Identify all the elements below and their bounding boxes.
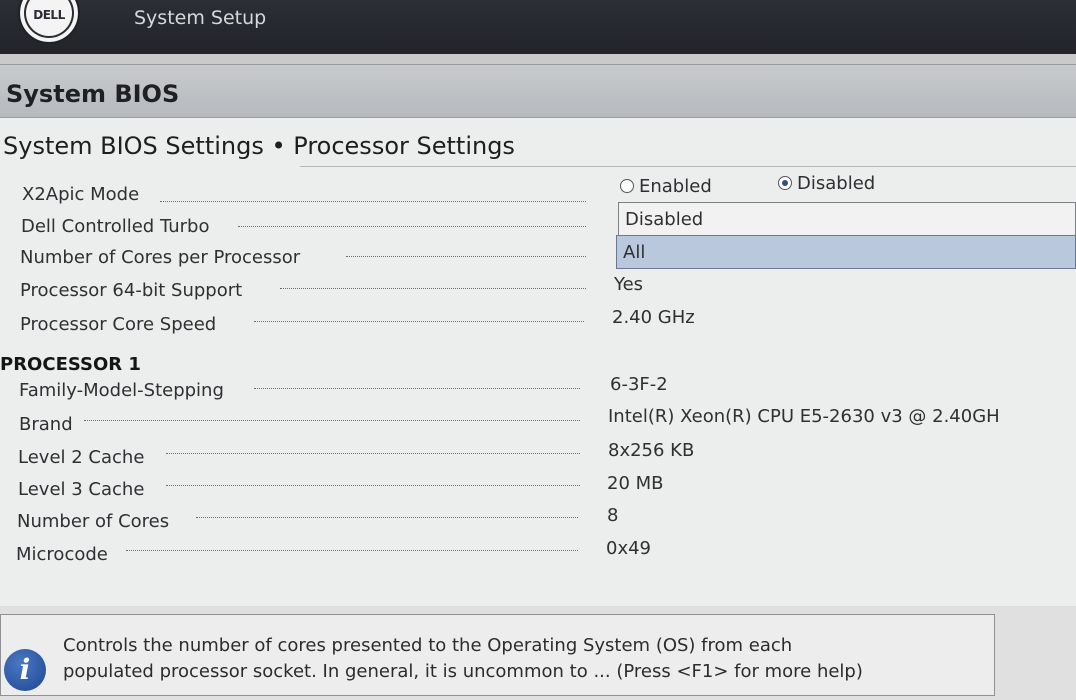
setting-label: Number of Cores per Processor xyxy=(20,247,307,268)
header-divider xyxy=(0,54,1076,65)
info-label: Family-Model-Stepping xyxy=(19,380,230,401)
settings-panel: System BIOS Settings • Processor Setting… xyxy=(0,118,1076,606)
help-text-line-1: Controls the number of cores presented t… xyxy=(63,635,793,656)
bios-header: System BIOS xyxy=(0,65,1076,118)
logo-text: DELL xyxy=(33,8,65,22)
dell-turbo-select[interactable]: Disabled xyxy=(618,202,1076,236)
dot-leader xyxy=(238,226,586,227)
info-row-level-3-cache: Level 3 Cache 20 MB xyxy=(0,473,1076,509)
radio-enabled[interactable]: Enabled xyxy=(620,176,712,197)
dot-leader xyxy=(196,517,578,518)
info-label: Microcode xyxy=(16,544,114,565)
info-label: Number of Cores xyxy=(17,511,176,532)
info-row-number-of-cores: Number of Cores 8 xyxy=(0,505,1076,541)
dot-leader xyxy=(254,321,584,322)
dot-leader xyxy=(160,201,586,202)
top-bar: DELL System Setup xyxy=(0,0,1076,54)
info-label: Level 2 Cache xyxy=(18,447,151,468)
cores-per-processor-select[interactable]: All xyxy=(616,235,1076,269)
radio-label: Disabled xyxy=(797,173,876,194)
page-title: System BIOS Settings • Processor Setting… xyxy=(3,132,515,160)
bios-title: System BIOS xyxy=(6,80,180,108)
info-value: Intel(R) Xeon(R) CPU E5-2630 v3 @ 2.40GH xyxy=(608,406,1000,427)
info-label: Level 3 Cache xyxy=(18,479,151,500)
dot-leader xyxy=(126,550,578,551)
setting-row-64bit: Processor 64-bit Support Yes xyxy=(0,274,1076,310)
info-value: 0x49 xyxy=(606,538,652,559)
info-label: Brand xyxy=(19,414,79,435)
info-value: 20 MB xyxy=(607,473,664,494)
info-row-microcode: Microcode 0x49 xyxy=(0,538,1076,574)
title-divider xyxy=(300,166,1076,167)
dell-logo: DELL xyxy=(18,0,80,44)
dot-leader xyxy=(166,453,580,454)
help-box: i Controls the number of cores presented… xyxy=(0,614,995,696)
radio-selected-icon xyxy=(778,176,792,190)
info-value: 6-3F-2 xyxy=(610,374,668,395)
setting-label: X2Apic Mode xyxy=(22,184,146,205)
dot-leader xyxy=(84,420,580,421)
setting-label: Processor Core Speed xyxy=(20,314,223,335)
setting-label: Dell Controlled Turbo xyxy=(21,216,216,237)
info-row-brand: Brand Intel(R) Xeon(R) CPU E5-2630 v3 @ … xyxy=(0,406,1076,444)
setting-label: Processor 64-bit Support xyxy=(20,280,249,301)
setting-row-core-speed: Processor Core Speed 2.40 GHz xyxy=(0,307,1076,343)
info-value: 8 xyxy=(607,505,619,526)
info-value: 8x256 KB xyxy=(608,440,695,461)
dot-leader xyxy=(254,388,580,389)
dot-leader xyxy=(280,288,586,289)
help-footer: i Controls the number of cores presented… xyxy=(0,606,1076,700)
app-title: System Setup xyxy=(134,7,267,29)
dot-leader xyxy=(346,256,586,257)
radio-off-icon xyxy=(620,179,634,193)
radio-disabled[interactable]: Disabled xyxy=(778,173,875,194)
help-text-line-2: populated processor socket. In general, … xyxy=(63,661,863,682)
setting-value: 2.40 GHz xyxy=(612,307,695,328)
dot-leader xyxy=(166,485,580,486)
radio-label: Enabled xyxy=(639,176,712,197)
processor-1-heading: PROCESSOR 1 xyxy=(0,354,141,375)
info-row-level-2-cache: Level 2 Cache 8x256 KB xyxy=(0,440,1076,477)
setting-value: Yes xyxy=(614,274,644,295)
info-icon: i xyxy=(4,649,46,691)
